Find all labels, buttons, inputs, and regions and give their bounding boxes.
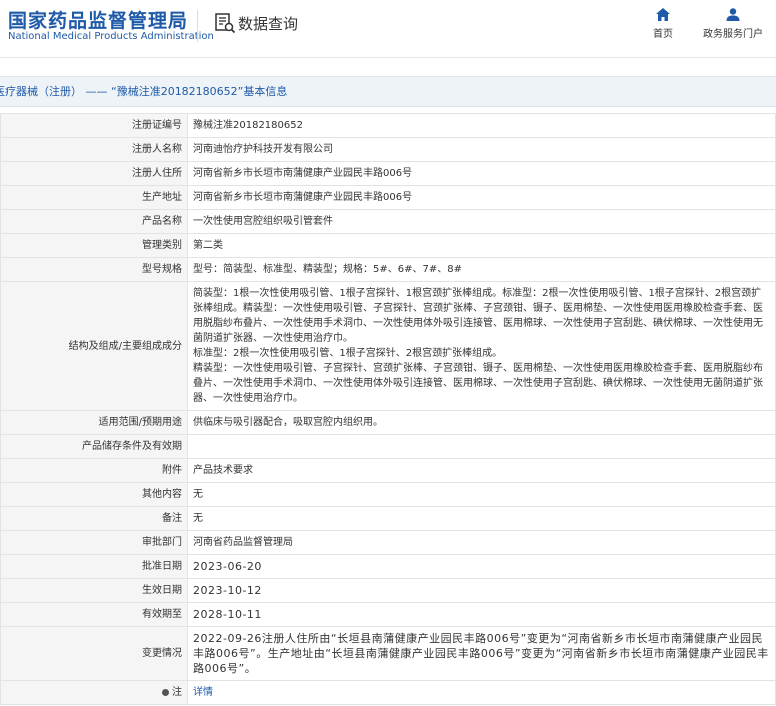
- field-label: 适用范围/预期用途: [0, 410, 188, 435]
- nav-service-label: 政务服务门户: [703, 29, 763, 40]
- field-label: 型号规格: [0, 257, 188, 282]
- field-label: 批准日期: [0, 554, 188, 579]
- field-value: 河南省新乡市长垣市南蒲健康产业园民丰路006号: [187, 185, 776, 210]
- header-divider: [197, 10, 198, 42]
- site-logo-en[interactable]: National Medical Products Administration: [8, 31, 214, 42]
- field-value: 型号：简装型、标准型、精装型；规格：5#、6#、7#、8#: [187, 257, 776, 282]
- field-value: 河南迪怡疗护科技开发有限公司: [187, 137, 776, 162]
- field-value-paragraph: 精装型：一次性使用吸引管、子宫探针、宫颈扩张棒、子宫颈钳、镊子、医用棉垫、一次性…: [193, 363, 763, 404]
- breadcrumb: 医疗器械（注册） —— “豫械注准20182180652”基本信息: [0, 76, 776, 107]
- field-value: 第二类: [187, 233, 776, 258]
- table-row: 管理类别 第二类: [0, 233, 776, 258]
- table-row: 结构及组成/主要组成成分 简装型：1根一次性使用吸引管、1根子宫探针、1根宫颈扩张…: [0, 281, 776, 411]
- table-row: 注册证编号 豫械注准20182180652: [0, 113, 776, 138]
- detail-table: 注册证编号 豫械注准20182180652 注册人名称 河南迪怡疗护科技开发有限公司注…: [0, 113, 776, 705]
- note-bullet-icon: [162, 688, 169, 696]
- home-icon: [656, 8, 670, 21]
- field-value-paragraph: 简装型：1根一次性使用吸引管、1根子宫探针、1根宫颈扩张棒组成。标准型：2根一次…: [193, 288, 763, 344]
- site-header: 国家药品监督管理局 National Medical Products Admi…: [0, 0, 776, 57]
- data-query-icon: [215, 13, 236, 34]
- table-row: 批准日期 2023-06-20: [0, 554, 776, 579]
- breadcrumb-text: 医疗器械（注册） —— “豫械注准20182180652”基本信息: [0, 85, 288, 98]
- field-value: 简装型：1根一次性使用吸引管、1根子宫探针、1根宫颈扩张棒组成。标准型：2根一次…: [187, 281, 776, 411]
- note-row: 注详情: [0, 680, 776, 705]
- field-value: [187, 434, 776, 459]
- user-icon: [726, 8, 740, 21]
- field-label: 审批部门: [0, 530, 188, 555]
- field-label: 备注: [0, 506, 188, 531]
- data-query-title: 数据查询: [238, 15, 299, 33]
- table-row: 型号规格 型号：简装型、标准型、精装型；规格：5#、6#、7#、8#: [0, 257, 776, 282]
- table-row: 其他内容无: [0, 482, 776, 507]
- table-row: 产品名称 一次性使用宫腔组织吸引管套件: [0, 209, 776, 234]
- nav-service-portal[interactable]: 政务服务门户: [700, 8, 766, 40]
- field-value: 无: [187, 482, 776, 507]
- table-row: 产品储存条件及有效期: [0, 434, 776, 459]
- field-label: 附件: [0, 458, 188, 483]
- field-label: 结构及组成/主要组成成分: [0, 281, 188, 411]
- field-value-paragraph: 标准型：2根一次性使用吸引管、1根子宫探针、2根宫颈扩张棒组成。: [193, 348, 503, 359]
- field-label: 生产地址: [0, 185, 188, 210]
- field-value: 2023-06-20: [187, 554, 776, 579]
- field-label: 注册人名称: [0, 137, 188, 162]
- table-row: 生效日期 2023-10-12: [0, 578, 776, 603]
- nav-home[interactable]: 首页: [646, 8, 680, 40]
- detail-link[interactable]: 详情: [193, 687, 213, 698]
- field-label: 生效日期: [0, 578, 188, 603]
- field-value: 无: [187, 506, 776, 531]
- table-row: 注册人住所 河南省新乡市长垣市南蒲健康产业园民丰路006号: [0, 161, 776, 186]
- field-label: 有效期至: [0, 602, 188, 627]
- site-logo-cn[interactable]: 国家药品监督管理局: [8, 6, 188, 33]
- field-label: 变更情况: [0, 626, 188, 681]
- table-row: 有效期至 2028-10-11: [0, 602, 776, 627]
- table-row: 审批部门 河南省药品监督管理局: [0, 530, 776, 555]
- field-value: 豫械注准20182180652: [187, 113, 776, 138]
- nav-home-label: 首页: [653, 29, 673, 40]
- note-label-cell: 注: [0, 680, 188, 705]
- field-label: 其他内容: [0, 482, 188, 507]
- field-label: 产品储存条件及有效期: [0, 434, 188, 459]
- table-row: 适用范围/预期用途 供临床与吸引器配合，吸取宫腔内组织用。: [0, 410, 776, 435]
- field-value: 河南省药品监督管理局: [187, 530, 776, 555]
- field-value: 2022-09-26注册人住所由“长垣县南蒲健康产业园民丰路006号”变更为“河…: [187, 626, 776, 681]
- field-label: 产品名称: [0, 209, 188, 234]
- table-row: 生产地址 河南省新乡市长垣市南蒲健康产业园民丰路006号: [0, 185, 776, 210]
- field-value: 2028-10-11: [187, 602, 776, 627]
- note-label: 注: [172, 687, 182, 698]
- table-row: 附件 产品技术要求: [0, 458, 776, 483]
- field-value: 河南省新乡市长垣市南蒲健康产业园民丰路006号: [187, 161, 776, 186]
- field-label: 管理类别: [0, 233, 188, 258]
- field-label: 注册人住所: [0, 161, 188, 186]
- table-row: 变更情况 2022-09-26注册人住所由“长垣县南蒲健康产业园民丰路006号”变…: [0, 626, 776, 681]
- note-value-cell: 详情: [187, 680, 776, 705]
- header-gap: [0, 57, 776, 76]
- field-label: 注册证编号: [0, 113, 188, 138]
- table-row: 注册人名称 河南迪怡疗护科技开发有限公司: [0, 137, 776, 162]
- field-value: 产品技术要求: [187, 458, 776, 483]
- field-value: 供临床与吸引器配合，吸取宫腔内组织用。: [187, 410, 776, 435]
- table-row: 备注无: [0, 506, 776, 531]
- field-value: 一次性使用宫腔组织吸引管套件: [187, 209, 776, 234]
- field-value: 2023-10-12: [187, 578, 776, 603]
